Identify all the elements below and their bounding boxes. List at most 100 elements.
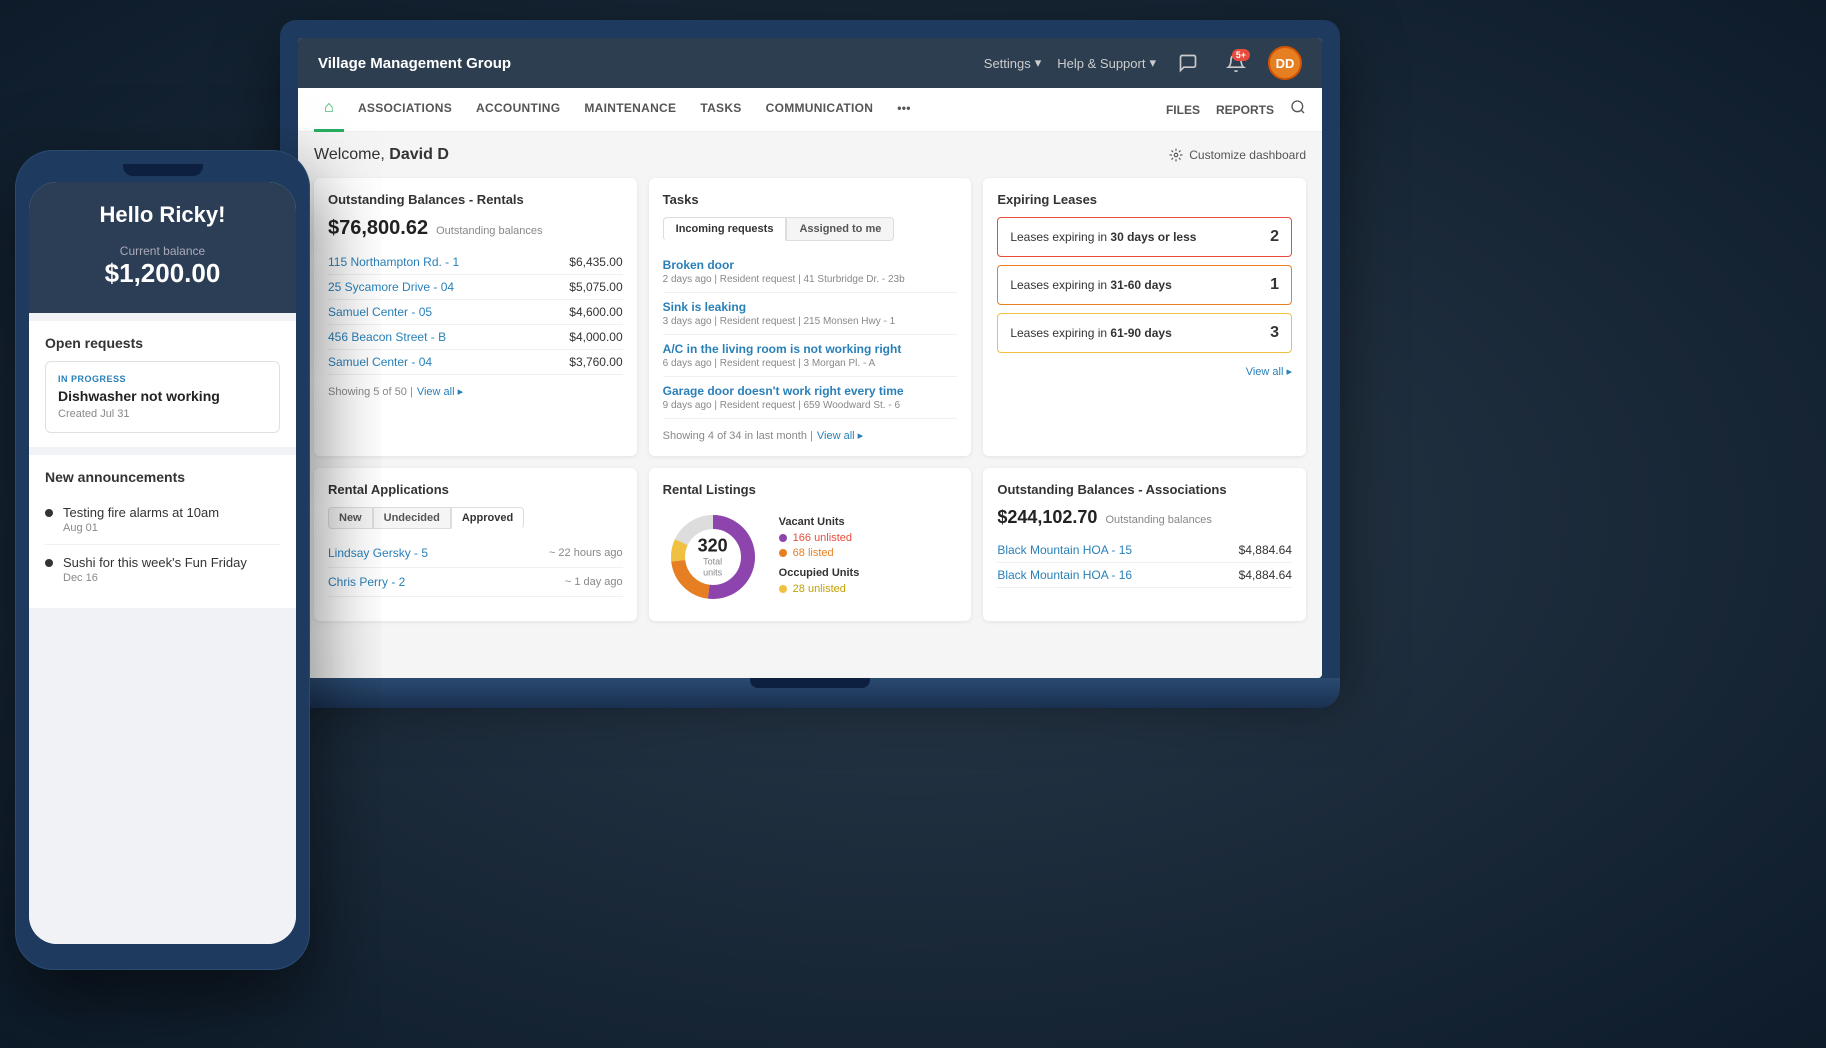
balance-row-4: 456 Beacon Street - B $4,000.00 xyxy=(328,325,623,350)
reports-link[interactable]: REPORTS xyxy=(1216,103,1274,117)
tasks-tab-group: Incoming requests Assigned to me xyxy=(663,217,958,241)
ob-rentals-header: $76,800.62 Outstanding balances xyxy=(328,217,623,240)
ob-rentals-view-all[interactable]: View all ▸ xyxy=(417,385,463,398)
task-meta-3: 6 days ago | Resident request | 3 Morgan… xyxy=(663,358,958,369)
legend-occ-unlisted-label[interactable]: 28 unlisted xyxy=(793,583,846,595)
nav-tasks[interactable]: TASKS xyxy=(690,88,751,132)
balance-link-1[interactable]: 115 Northampton Rd. - 1 xyxy=(328,255,459,269)
notification-badge: 5+ xyxy=(1232,49,1250,61)
tab-undecided[interactable]: Undecided xyxy=(373,507,451,529)
legend-listed-label[interactable]: 68 listed xyxy=(793,547,834,559)
dashboard: Welcome, David D Customize dashboard Ou xyxy=(298,132,1322,678)
task-3: A/C in the living room is not working ri… xyxy=(663,335,958,377)
task-meta-1: 2 days ago | Resident request | 41 Sturb… xyxy=(663,274,958,285)
app-link-2[interactable]: Chris Perry - 2 xyxy=(328,575,405,589)
phone-header: Hello Ricky! Current balance $1,200.00 xyxy=(29,182,296,313)
donut-center: 320 Totalunits xyxy=(698,536,728,579)
phone-greeting: Hello Ricky! xyxy=(49,202,276,228)
nav-associations[interactable]: ASSOCIATIONS xyxy=(348,88,462,132)
assoc-link-1[interactable]: Black Mountain HOA - 15 xyxy=(997,543,1132,557)
app-link-1[interactable]: Lindsay Gersky - 5 xyxy=(328,546,428,560)
assoc-link-2[interactable]: Black Mountain HOA - 16 xyxy=(997,568,1132,582)
ob-rentals-amount: $76,800.62 xyxy=(328,217,428,240)
customize-btn[interactable]: Customize dashboard xyxy=(1169,148,1306,162)
ob-rentals-footer: Showing 5 of 50 | View all ▸ xyxy=(328,385,623,398)
assoc-val-2: $4,884.64 xyxy=(1239,568,1292,582)
lease-item-90[interactable]: Leases expiring in 61-90 days 3 xyxy=(997,313,1292,353)
ob-rentals-title: Outstanding Balances - Rentals xyxy=(328,192,623,207)
welcome-prefix: Welcome, xyxy=(314,146,385,163)
nav-accounting-label: ACCOUNTING xyxy=(476,101,560,115)
balance-link-3[interactable]: Samuel Center - 05 xyxy=(328,305,432,319)
balance-val-2: $5,075.00 xyxy=(569,280,622,294)
task-4: Garage door doesn't work right every tim… xyxy=(663,377,958,419)
settings-link[interactable]: Settings ▾ xyxy=(984,55,1042,71)
widget-row-2: Rental Applications New Undecided Approv… xyxy=(314,468,1306,621)
tab-assigned-to-me[interactable]: Assigned to me xyxy=(786,217,894,241)
legend-unlisted: 166 unlisted xyxy=(779,532,860,544)
customize-label: Customize dashboard xyxy=(1189,148,1306,162)
balance-val-4: $4,000.00 xyxy=(569,330,622,344)
tasks-footer: Showing 4 of 34 in last month | View all… xyxy=(663,429,958,442)
task-title-4[interactable]: Garage door doesn't work right every tim… xyxy=(663,384,958,398)
task-title-2[interactable]: Sink is leaking xyxy=(663,300,958,314)
rental-listings-widget: Rental Listings xyxy=(649,468,972,621)
laptop-container: Village Management Group Settings ▾ Help… xyxy=(280,20,1340,740)
phone-screen: Hello Ricky! Current balance $1,200.00 O… xyxy=(29,182,296,944)
tab-incoming-requests[interactable]: Incoming requests xyxy=(663,217,787,241)
balance-link-2[interactable]: 25 Sycamore Drive - 04 xyxy=(328,280,454,294)
tasks-widget: Tasks Incoming requests Assigned to me B… xyxy=(649,178,972,456)
settings-chevron: ▾ xyxy=(1035,55,1042,71)
occupied-title: Occupied Units xyxy=(779,567,860,579)
top-nav: Village Management Group Settings ▾ Help… xyxy=(298,38,1322,88)
files-link[interactable]: FILES xyxy=(1166,103,1200,117)
legend-occ-unlisted: 28 unlisted xyxy=(779,583,860,595)
settings-label: Settings xyxy=(984,56,1031,71)
tasks-view-all[interactable]: View all ▸ xyxy=(817,429,863,442)
nav-actions: Settings ▾ Help & Support ▾ xyxy=(984,46,1302,80)
messages-btn[interactable] xyxy=(1172,47,1204,79)
balance-link-4[interactable]: 456 Beacon Street - B xyxy=(328,330,446,344)
leases-footer: View all ▸ xyxy=(997,365,1292,378)
announce-dot-1 xyxy=(45,509,53,517)
balance-row-5: Samuel Center - 04 $3,760.00 xyxy=(328,350,623,375)
balance-val-3: $4,600.00 xyxy=(569,305,622,319)
phone-announcements-section: New announcements Testing fire alarms at… xyxy=(29,455,296,608)
announce-date-1: Aug 01 xyxy=(63,522,219,534)
task-title-3[interactable]: A/C in the living room is not working ri… xyxy=(663,342,958,356)
nav-communication[interactable]: COMMUNICATION xyxy=(756,88,884,132)
lease-item-30[interactable]: Leases expiring in 30 days or less 2 xyxy=(997,217,1292,257)
announce-text-2: Sushi for this week's Fun Friday xyxy=(63,555,247,570)
rental-listings-title: Rental Listings xyxy=(663,482,958,497)
ob-assoc-title: Outstanding Balances - Associations xyxy=(997,482,1292,497)
nav-accounting[interactable]: ACCOUNTING xyxy=(466,88,570,132)
request-card[interactable]: IN PROGRESS Dishwasher not working Creat… xyxy=(45,361,280,433)
task-meta-2: 3 days ago | Resident request | 215 Mons… xyxy=(663,316,958,327)
nav-more[interactable]: ••• xyxy=(887,88,921,132)
balance-row-3: Samuel Center - 05 $4,600.00 xyxy=(328,300,623,325)
expiring-leases-title: Expiring Leases xyxy=(997,192,1292,207)
task-title-1[interactable]: Broken door xyxy=(663,258,958,272)
user-avatar[interactable]: DD xyxy=(1268,46,1302,80)
announcements-title: New announcements xyxy=(45,469,280,485)
announce-text-1: Testing fire alarms at 10am xyxy=(63,505,219,520)
tab-approved[interactable]: Approved xyxy=(451,507,524,529)
tab-new[interactable]: New xyxy=(328,507,373,529)
vacant-title: Vacant Units xyxy=(779,516,860,528)
help-chevron: ▾ xyxy=(1149,55,1156,71)
phone-balance: $1,200.00 xyxy=(49,258,276,289)
ob-assoc-header: $244,102.70 Outstanding balances xyxy=(997,507,1292,528)
legend-unlisted-label[interactable]: 166 unlisted xyxy=(793,532,852,544)
rental-apps-title: Rental Applications xyxy=(328,482,623,497)
donut-number: 320 xyxy=(698,536,728,557)
balance-link-5[interactable]: Samuel Center - 04 xyxy=(328,355,432,369)
nav-home[interactable]: ⌂ xyxy=(314,88,344,132)
announce-item-1: Testing fire alarms at 10am Aug 01 xyxy=(45,495,280,545)
notifications-btn[interactable]: 5+ xyxy=(1220,47,1252,79)
lease-item-60[interactable]: Leases expiring in 31-60 days 1 xyxy=(997,265,1292,305)
laptop-screen: Village Management Group Settings ▾ Help… xyxy=(298,38,1322,678)
nav-maintenance[interactable]: MAINTENANCE xyxy=(574,88,686,132)
leases-view-all[interactable]: View all ▸ xyxy=(1246,365,1292,378)
search-btn[interactable] xyxy=(1290,99,1306,120)
help-link[interactable]: Help & Support ▾ xyxy=(1057,55,1156,71)
